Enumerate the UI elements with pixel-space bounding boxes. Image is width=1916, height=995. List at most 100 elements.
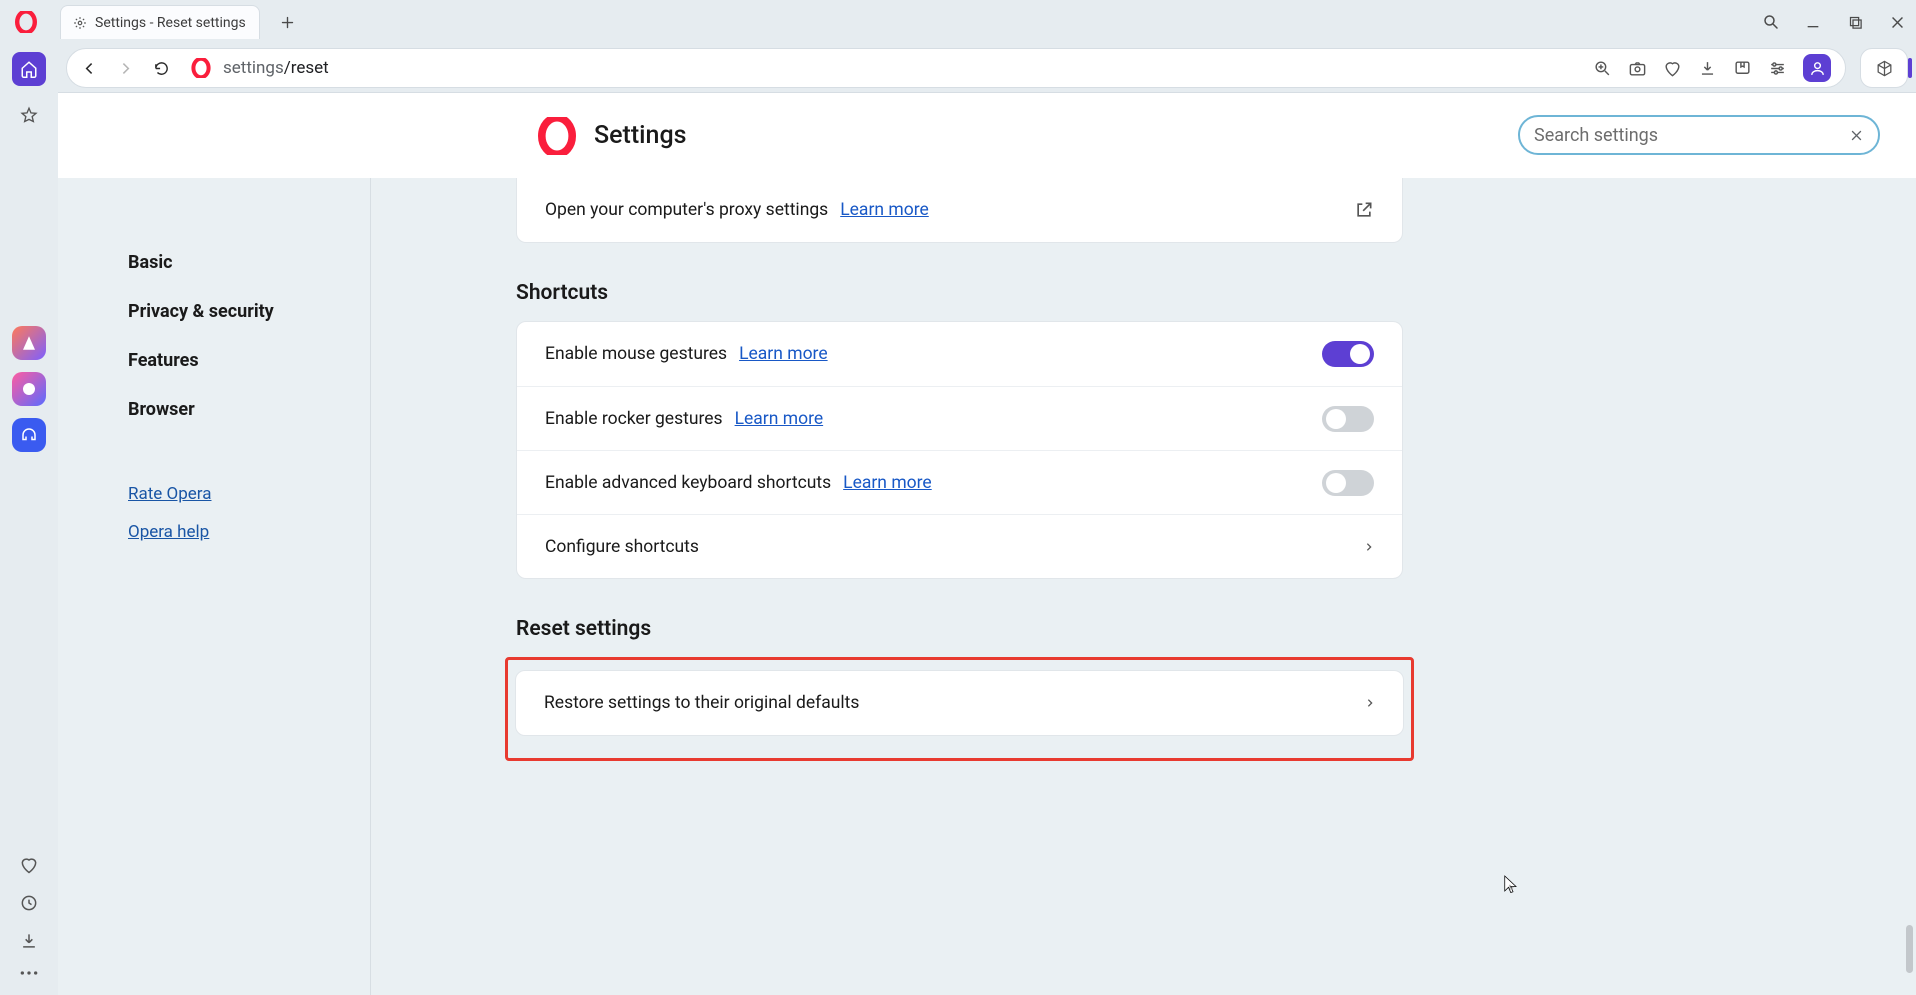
nav-item-browser[interactable]: Browser xyxy=(128,385,370,434)
sidebar-downloads-button[interactable] xyxy=(19,931,39,951)
learn-more-link[interactable]: Learn more xyxy=(739,344,828,364)
sidebar-bookmark-button[interactable] xyxy=(12,98,46,132)
window-controls xyxy=(1762,0,1906,44)
cursor-icon xyxy=(1501,874,1519,896)
toggle-rocker-gestures[interactable] xyxy=(1322,406,1374,432)
nav-item-basic[interactable]: Basic xyxy=(128,238,370,287)
opera-logo-icon xyxy=(538,117,576,155)
gear-icon xyxy=(73,16,87,30)
addr-extensions-button[interactable] xyxy=(1860,48,1908,88)
scrollbar-thumb[interactable] xyxy=(1906,925,1913,973)
addr-downloads-button[interactable] xyxy=(1698,59,1717,78)
row-restore-defaults[interactable]: Restore settings to their original defau… xyxy=(516,671,1403,735)
addr-zoom-button[interactable] xyxy=(1593,59,1612,78)
nav-forward-button[interactable] xyxy=(107,50,143,86)
url-scheme: settings xyxy=(223,58,284,78)
sidebar-app-music[interactable] xyxy=(12,418,46,452)
reload-icon xyxy=(153,60,170,77)
clear-search-button[interactable] xyxy=(1849,128,1864,143)
settings-content: Open your computer's proxy settings Lear… xyxy=(371,178,1916,995)
row-label: Enable advanced keyboard shortcuts xyxy=(545,473,831,493)
dots-icon xyxy=(19,969,39,977)
opera-sidebar xyxy=(0,44,58,995)
search-placeholder: Search settings xyxy=(1534,125,1849,146)
person-icon xyxy=(1809,60,1826,77)
tab-strip: Settings - Reset settings xyxy=(0,0,1916,44)
camera-icon xyxy=(1628,59,1647,78)
address-bar: settings/reset xyxy=(66,48,1846,88)
settings-title-text: Settings xyxy=(594,121,687,150)
nav-item-privacy[interactable]: Privacy & security xyxy=(128,287,370,336)
nav-link-rate[interactable]: Rate Opera xyxy=(128,484,370,504)
addr-snapshot-button[interactable] xyxy=(1628,59,1647,78)
address-row: settings/reset xyxy=(58,44,1916,92)
sidebar-app-messenger[interactable] xyxy=(12,372,46,406)
home-icon xyxy=(20,60,38,78)
sidebar-favorites-button[interactable] xyxy=(19,855,39,875)
messenger-icon xyxy=(20,380,38,398)
heart-icon xyxy=(1663,59,1682,78)
browser-tab[interactable]: Settings - Reset settings xyxy=(60,5,260,39)
plus-icon xyxy=(280,15,295,30)
addr-pinboard-button[interactable] xyxy=(1663,59,1682,78)
tab-title: Settings - Reset settings xyxy=(95,15,246,31)
close-icon xyxy=(1849,128,1864,143)
clock-icon xyxy=(19,893,39,913)
section-title-reset: Reset settings xyxy=(516,617,1916,641)
heart-icon xyxy=(19,855,39,875)
external-link-icon xyxy=(1354,200,1374,220)
sidebar-more-button[interactable] xyxy=(19,969,39,977)
row-label: Enable mouse gestures xyxy=(545,344,727,364)
opera-o-icon xyxy=(6,2,46,42)
cube-icon xyxy=(1875,59,1894,78)
nav-link-help[interactable]: Opera help xyxy=(128,522,370,542)
minimize-button[interactable] xyxy=(1804,13,1822,31)
learn-more-link[interactable]: Learn more xyxy=(735,409,824,429)
nav-reload-button[interactable] xyxy=(143,50,179,86)
new-tab-button[interactable] xyxy=(272,7,302,37)
download-icon xyxy=(1698,59,1717,78)
chevron-right-icon xyxy=(1365,696,1375,710)
row-configure-shortcuts[interactable]: Configure shortcuts xyxy=(517,514,1402,578)
row-label: Restore settings to their original defau… xyxy=(544,693,859,713)
headphones-icon xyxy=(20,426,38,444)
proxy-label: Open your computer's proxy settings xyxy=(545,200,828,220)
address-url[interactable]: settings/reset xyxy=(223,58,1583,78)
search-tabs-button[interactable] xyxy=(1762,13,1780,31)
settings-search-input[interactable]: Search settings xyxy=(1518,115,1880,155)
addr-easysetup-button[interactable] xyxy=(1768,59,1787,78)
star-outline-icon xyxy=(20,106,38,124)
bookmark-badge-icon xyxy=(1733,59,1752,78)
sidebar-app-aria[interactable] xyxy=(12,326,46,360)
opera-o-icon xyxy=(191,58,211,78)
row-label: Configure shortcuts xyxy=(545,537,699,557)
section-title-shortcuts: Shortcuts xyxy=(516,281,1916,305)
row-mouse-gestures[interactable]: Enable mouse gestures Learn more xyxy=(517,322,1402,386)
reset-card: Restore settings to their original defau… xyxy=(515,670,1404,736)
settings-header: Settings Search settings xyxy=(58,93,1916,178)
shortcuts-card: Enable mouse gestures Learn more Enable … xyxy=(516,321,1403,579)
proxy-row[interactable]: Open your computer's proxy settings Lear… xyxy=(517,178,1402,242)
settings-title-heading: Settings xyxy=(538,117,687,155)
addr-account-button[interactable] xyxy=(1803,54,1831,82)
toggle-mouse-gestures[interactable] xyxy=(1322,341,1374,367)
download-icon xyxy=(19,931,39,951)
nav-item-features[interactable]: Features xyxy=(128,336,370,385)
chevron-right-icon xyxy=(117,60,134,77)
proxy-card: Open your computer's proxy settings Lear… xyxy=(516,178,1403,243)
addr-saved-button[interactable] xyxy=(1733,59,1752,78)
sidebar-history-button[interactable] xyxy=(19,893,39,913)
learn-more-link[interactable]: Learn more xyxy=(843,473,932,493)
maximize-button[interactable] xyxy=(1846,13,1864,31)
toggle-keyboard-shortcuts[interactable] xyxy=(1322,470,1374,496)
chevron-right-icon xyxy=(1364,540,1374,554)
row-rocker-gestures[interactable]: Enable rocker gestures Learn more xyxy=(517,386,1402,450)
reset-highlight-box: Restore settings to their original defau… xyxy=(505,657,1414,761)
sliders-icon xyxy=(1768,59,1787,78)
nav-back-button[interactable] xyxy=(71,50,107,86)
row-keyboard-shortcuts[interactable]: Enable advanced keyboard shortcuts Learn… xyxy=(517,450,1402,514)
proxy-learn-link[interactable]: Learn more xyxy=(840,200,929,220)
aria-icon xyxy=(20,334,38,352)
close-window-button[interactable] xyxy=(1888,13,1906,31)
sidebar-home-button[interactable] xyxy=(12,52,46,86)
